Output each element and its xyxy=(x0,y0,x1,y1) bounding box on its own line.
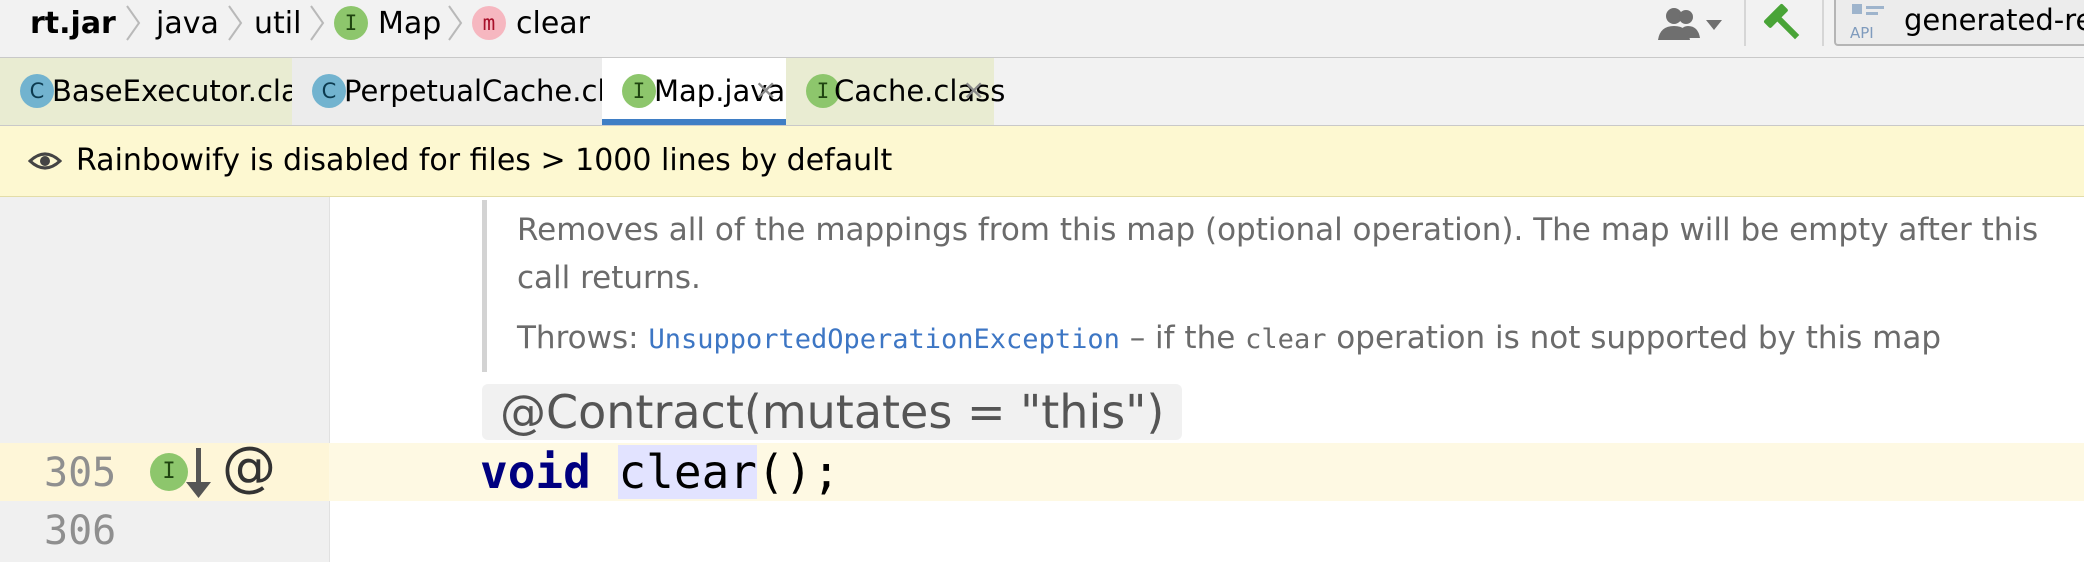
javadoc-throws: Throws: UnsupportedOperationException – … xyxy=(517,320,1941,356)
inferred-annotation-hint: @Contract(mutates = "this") xyxy=(482,384,1182,440)
breadcrumb-label: java xyxy=(156,5,219,41)
javadoc-text: call returns. xyxy=(517,260,701,296)
line-number: 305 xyxy=(44,450,117,496)
code-line[interactable]: void clear(); xyxy=(480,443,840,501)
code-punctuation: (); xyxy=(756,445,841,499)
arrow-down-icon[interactable] xyxy=(184,444,214,502)
api-configuration-selector[interactable]: API generated-re xyxy=(1834,0,2084,46)
tab-cache-class[interactable]: I Cache.class × xyxy=(786,58,1005,125)
svg-text:API: API xyxy=(1850,24,1874,42)
rendered-javadoc: Removes all of the mappings from this ma… xyxy=(482,200,2047,372)
close-icon[interactable]: × xyxy=(962,58,985,125)
breadcrumb-map[interactable]: I Map xyxy=(334,0,441,46)
method-name[interactable]: clear xyxy=(618,445,757,499)
class-icon: C xyxy=(312,74,346,108)
breadcrumb-util[interactable]: util xyxy=(254,0,301,46)
breadcrumb-java[interactable]: java xyxy=(156,0,219,46)
breadcrumb-separator-icon xyxy=(126,5,141,41)
editor-tab-bar: C BaseExecutor.class × C PerpetualCache.… xyxy=(0,58,2084,126)
throws-text: – if the xyxy=(1119,320,1246,356)
javadoc-text: Removes all of the mappings from this ma… xyxy=(517,212,2039,248)
user-dropdown-icon[interactable] xyxy=(1656,4,1726,44)
breadcrumb-clear[interactable]: m clear xyxy=(472,0,590,46)
interface-icon: I xyxy=(622,74,656,108)
contract-annotation: @Contract(mutates = "this") xyxy=(500,385,1165,439)
throws-label: Throws: xyxy=(517,320,639,356)
breadcrumb-label: rt.jar xyxy=(30,5,116,41)
breadcrumb-separator-icon xyxy=(310,5,325,41)
tab-label: BaseExecutor.class xyxy=(52,74,329,108)
banner-message: Rainbowify is disabled for files > 1000 … xyxy=(76,143,893,178)
breadcrumb-separator-icon xyxy=(448,5,463,41)
eye-icon xyxy=(28,152,62,170)
breadcrumb-label: Map xyxy=(378,5,442,41)
toolbar-separator xyxy=(1744,0,1746,46)
tab-map-java[interactable]: I Map.java × xyxy=(602,58,786,125)
api-configuration-label: generated-re xyxy=(1904,3,2084,37)
breadcrumb-label: clear xyxy=(516,5,591,41)
annotation-icon[interactable]: @ xyxy=(222,437,276,497)
rainbowify-notification-banner: Rainbowify is disabled for files > 1000 … xyxy=(0,126,2084,197)
navigation-bar: rt.jar java util I Map m clear API gener… xyxy=(0,0,2084,58)
hammer-icon[interactable] xyxy=(1762,2,1804,44)
keyword-void: void xyxy=(480,445,591,499)
breadcrumb-rt-jar[interactable]: rt.jar xyxy=(30,0,116,46)
breadcrumb-label: util xyxy=(254,5,302,41)
exception-link[interactable]: UnsupportedOperationException xyxy=(648,324,1119,355)
tab-perpetualcache-class[interactable]: C PerpetualCache.class × xyxy=(292,58,785,125)
api-icon: API xyxy=(1850,4,1884,42)
inline-code: clear xyxy=(1245,324,1327,355)
tab-baseexecutor-class[interactable]: C BaseExecutor.class × xyxy=(0,58,377,125)
line-number: 306 xyxy=(44,508,117,554)
throws-text: operation is not supported by this map xyxy=(1326,320,1942,356)
breadcrumb-separator-icon xyxy=(228,5,243,41)
class-icon: C xyxy=(20,74,54,108)
implemented-method-icon[interactable]: I xyxy=(150,453,188,491)
interface-icon: I xyxy=(334,6,368,40)
toolbar-separator xyxy=(1822,0,1824,46)
close-icon[interactable]: × xyxy=(754,58,777,125)
method-icon: m xyxy=(472,6,506,40)
